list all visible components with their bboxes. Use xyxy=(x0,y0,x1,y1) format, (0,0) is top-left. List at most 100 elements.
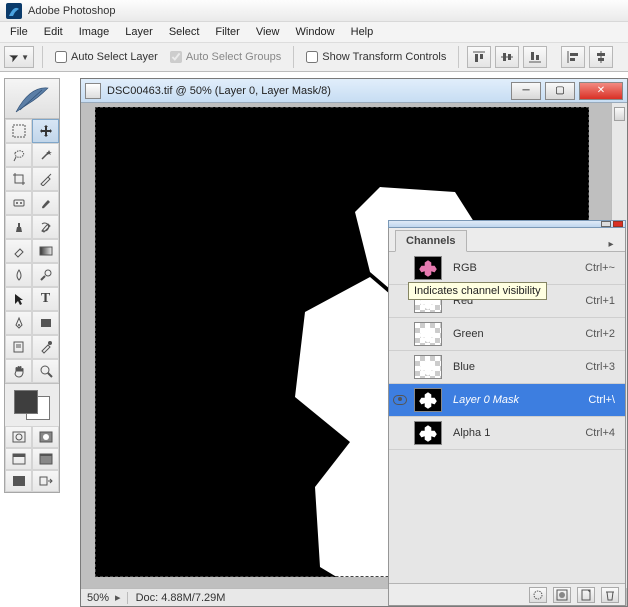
panel-minimize-button[interactable] xyxy=(601,221,611,227)
channel-label: Blue xyxy=(445,361,573,373)
quickmask-off-icon[interactable] xyxy=(5,426,32,448)
channels-tab[interactable]: Channels xyxy=(395,230,467,252)
menu-help[interactable]: Help xyxy=(343,24,382,40)
align-left-icon[interactable] xyxy=(561,46,585,68)
gradient-tool[interactable] xyxy=(32,239,59,263)
menu-select[interactable]: Select xyxy=(161,24,208,40)
channel-row[interactable]: Alpha 1Ctrl+4 xyxy=(389,417,625,450)
imageready-jump-icon[interactable] xyxy=(32,470,59,492)
menu-edit[interactable]: Edit xyxy=(36,24,71,40)
type-tool[interactable]: T xyxy=(32,287,59,311)
move-tool[interactable] xyxy=(32,119,59,143)
channel-label: Layer 0 Mask xyxy=(445,394,573,406)
menubar: File Edit Image Layer Select Filter View… xyxy=(0,22,628,42)
visibility-toggle[interactable] xyxy=(389,395,411,405)
healing-brush-tool[interactable] xyxy=(5,191,32,215)
separator xyxy=(293,46,294,68)
panel-menu-button[interactable]: ▸ xyxy=(603,237,619,251)
document-title: DSC00463.tif @ 50% (Layer 0, Layer Mask/… xyxy=(107,85,507,97)
channel-row[interactable]: Layer 0 MaskCtrl+\ xyxy=(389,384,625,417)
minimize-button[interactable]: ─ xyxy=(511,82,541,100)
blur-tool[interactable] xyxy=(5,263,32,287)
color-swatch[interactable] xyxy=(5,383,59,426)
pen-tool[interactable] xyxy=(5,311,32,335)
screenmode-full-menubar-icon[interactable] xyxy=(32,448,59,470)
history-brush-tool[interactable] xyxy=(32,215,59,239)
screenmode-standard-icon[interactable] xyxy=(5,448,32,470)
eyedropper-tool[interactable] xyxy=(32,335,59,359)
channel-thumbnail[interactable] xyxy=(411,421,445,445)
save-selection-icon[interactable] xyxy=(553,587,571,603)
channel-thumbnail[interactable] xyxy=(411,355,445,379)
align-vcenter-icon[interactable] xyxy=(495,46,519,68)
clone-stamp-tool[interactable] xyxy=(5,215,32,239)
delete-channel-icon[interactable] xyxy=(601,587,619,603)
dodge-tool[interactable] xyxy=(32,263,59,287)
foreground-color-swatch[interactable] xyxy=(14,390,38,414)
auto-select-layer-checkbox[interactable]: Auto Select Layer xyxy=(51,51,162,63)
menu-view[interactable]: View xyxy=(248,24,288,40)
path-select-tool[interactable] xyxy=(5,287,32,311)
show-transform-label: Show Transform Controls xyxy=(322,51,446,63)
channel-thumbnail[interactable] xyxy=(411,388,445,412)
slice-tool[interactable] xyxy=(32,167,59,191)
channel-thumbnail[interactable] xyxy=(411,322,445,346)
channel-label: Alpha 1 xyxy=(445,427,573,439)
channel-shortcut: Ctrl+1 xyxy=(573,295,625,307)
maximize-button[interactable]: ▢ xyxy=(545,82,575,100)
align-top-icon[interactable] xyxy=(467,46,491,68)
menu-filter[interactable]: Filter xyxy=(207,24,247,40)
menu-window[interactable]: Window xyxy=(288,24,343,40)
app-titlebar: Adobe Photoshop xyxy=(0,0,628,22)
brush-tool[interactable] xyxy=(32,191,59,215)
auto-select-layer-input[interactable] xyxy=(55,51,67,63)
scrollbar-thumb[interactable] xyxy=(614,107,625,121)
document-info[interactable]: Doc: 4.88M/7.29M xyxy=(127,592,234,604)
menu-image[interactable]: Image xyxy=(71,24,118,40)
tools-header[interactable] xyxy=(5,79,59,119)
show-transform-checkbox[interactable]: Show Transform Controls xyxy=(302,51,450,63)
quickmask-on-icon[interactable] xyxy=(32,426,59,448)
eraser-tool[interactable] xyxy=(5,239,32,263)
channel-shortcut: Ctrl+3 xyxy=(573,361,625,373)
channels-footer xyxy=(389,583,625,605)
channel-row[interactable]: GreenCtrl+2 xyxy=(389,318,625,351)
crop-tool[interactable] xyxy=(5,167,32,191)
menu-file[interactable]: File xyxy=(2,24,36,40)
channels-list: RGBCtrl+~RedCtrl+1GreenCtrl+2BlueCtrl+3L… xyxy=(389,252,625,583)
new-channel-icon[interactable] xyxy=(577,587,595,603)
current-tool-preset[interactable]: ➤▼ xyxy=(4,46,34,68)
dropdown-arrow-icon[interactable]: ▸ xyxy=(115,591,127,604)
notes-tool[interactable] xyxy=(5,335,32,359)
zoom-tool[interactable] xyxy=(32,359,59,383)
channel-row[interactable]: RGBCtrl+~ xyxy=(389,252,625,285)
menu-layer[interactable]: Layer xyxy=(117,24,161,40)
marquee-tool[interactable] xyxy=(5,119,32,143)
show-transform-input[interactable] xyxy=(306,51,318,63)
align-hcenter-icon[interactable] xyxy=(589,46,613,68)
channel-shortcut: Ctrl+2 xyxy=(573,328,625,340)
panel-titlebar[interactable] xyxy=(388,220,626,228)
auto-select-groups-checkbox: Auto Select Groups xyxy=(166,51,285,63)
panel-close-button[interactable] xyxy=(613,221,623,227)
hand-tool[interactable] xyxy=(5,359,32,383)
document-titlebar[interactable]: DSC00463.tif @ 50% (Layer 0, Layer Mask/… xyxy=(81,79,627,103)
move-cursor-icon: ➤ xyxy=(7,49,22,66)
document-icon xyxy=(85,83,101,99)
load-selection-icon[interactable] xyxy=(529,587,547,603)
channel-shortcut: Ctrl+\ xyxy=(573,394,625,406)
auto-select-groups-label: Auto Select Groups xyxy=(186,51,281,63)
magic-wand-tool[interactable] xyxy=(32,143,59,167)
screenmode-full-icon[interactable] xyxy=(5,470,32,492)
separator xyxy=(458,46,459,68)
close-button[interactable]: ✕ xyxy=(579,82,623,100)
auto-select-layer-label: Auto Select Layer xyxy=(71,51,158,63)
separator xyxy=(42,46,43,68)
shape-tool[interactable] xyxy=(32,311,59,335)
channels-panel: Channels ▸ RGBCtrl+~RedCtrl+1GreenCtrl+2… xyxy=(388,220,626,606)
lasso-tool[interactable] xyxy=(5,143,32,167)
channel-thumbnail[interactable] xyxy=(411,256,445,280)
zoom-level[interactable]: 50% xyxy=(81,592,115,604)
channel-row[interactable]: BlueCtrl+3 xyxy=(389,351,625,384)
align-bottom-icon[interactable] xyxy=(523,46,547,68)
